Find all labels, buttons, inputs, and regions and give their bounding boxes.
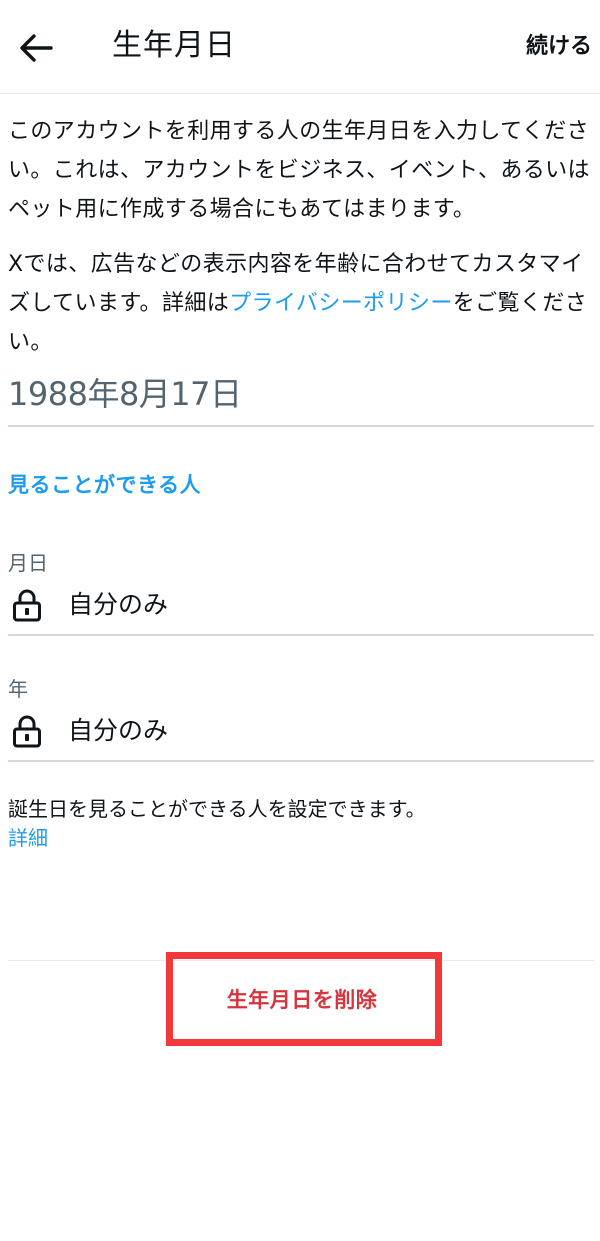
lock-icon (13, 715, 41, 748)
visibility-note: 誕生日を見ることができる人を設定できます。 (8, 797, 426, 821)
who-can-see-heading: 見ることができる人 (8, 473, 202, 497)
birthdate-value: 1988年8月17日 (8, 375, 242, 413)
year-visibility-value: 自分のみ (68, 716, 169, 745)
back-button[interactable] (14, 26, 58, 70)
month-day-visibility-selector[interactable]: 月日 自分のみ (8, 546, 594, 636)
month-day-visibility-value: 自分のみ (68, 590, 169, 619)
description-paragraph-1: このアカウントを利用する人の生年月日を入力してください。これは、アカウントをビジ… (8, 119, 590, 222)
description-paragraph-2: Xでは、広告などの表示内容を年齢に合わせてカスタマイズしています。詳細はプライバ… (8, 245, 593, 362)
lock-icon (13, 589, 41, 622)
year-visibility-selector[interactable]: 年 自分のみ (8, 672, 594, 762)
arrow-left-icon (20, 34, 53, 62)
delete-birthdate-button[interactable]: 生年月日を削除 (166, 952, 442, 1046)
top-app-bar: 生年月日 続ける (0, 0, 600, 94)
privacy-policy-link[interactable]: プライバシーポリシー (229, 291, 453, 316)
continue-button[interactable]: 続ける (526, 30, 592, 64)
learn-more-link[interactable]: 詳細 (8, 823, 48, 854)
month-day-label: 月日 (8, 551, 48, 575)
birthdate-field[interactable]: 1988年8月17日 (8, 368, 594, 427)
page-title: 生年月日 (112, 28, 236, 63)
year-label: 年 (8, 677, 28, 701)
